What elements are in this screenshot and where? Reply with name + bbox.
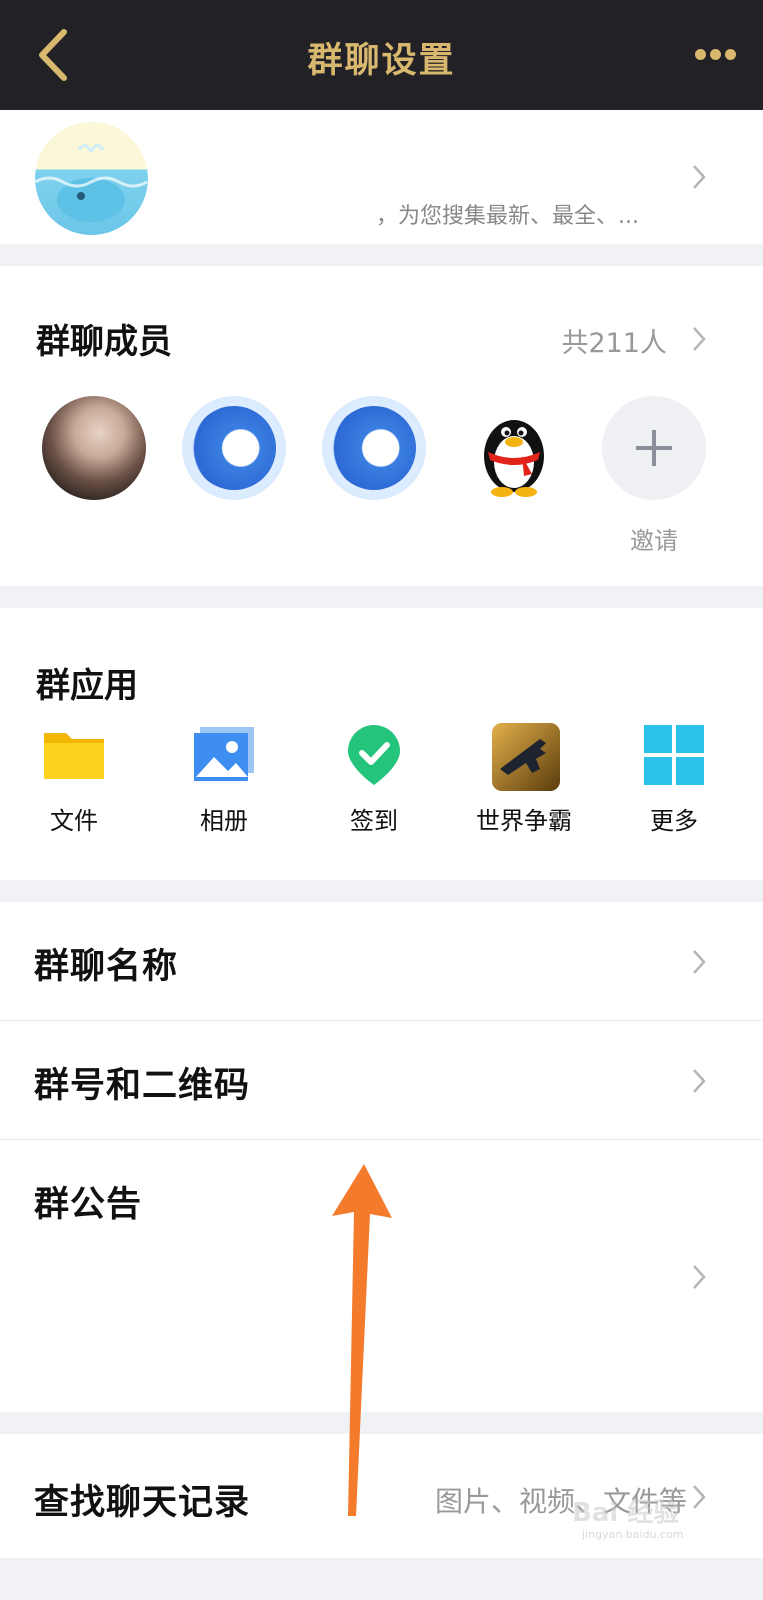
folder-icon [42,723,106,787]
app-label: 更多 [650,807,698,835]
penguin-icon [484,420,544,497]
whale-icon [35,144,148,222]
member-avatar[interactable] [42,396,146,500]
group-name-label: 群聊名称 [34,947,179,987]
app-label: 签到 [350,807,398,835]
app-album[interactable]: 相册 [154,723,294,836]
app-checkin[interactable]: 签到 [304,723,444,836]
invite-button[interactable] [602,396,706,500]
group-apps-section: 群应用 文件 相册 签到 世界争霸 更多 [0,608,763,880]
app-files[interactable]: 文件 [4,723,144,836]
chevron-right-icon[interactable] [692,326,706,352]
app-label: 世界争霸 [476,807,572,835]
watermark-logo: Bai 经验 [572,1498,680,1528]
chevron-right-icon [693,1485,706,1509]
more-options-icon[interactable] [693,44,741,66]
group-description: ，为您搜集最新、最全、... [376,204,639,229]
app-label: 文件 [50,807,98,835]
member-avatar[interactable] [462,396,566,500]
group-profile-card[interactable]: ，为您搜集最新、最全、... [0,110,763,244]
search-chat-history-label: 查找聊天记录 [34,1483,251,1523]
group-qrcode-label: 群号和二维码 [34,1066,251,1106]
invite-label[interactable]: 邀请 [602,521,706,556]
chevron-right-icon [693,165,706,189]
grid-more-icon [642,723,706,787]
page-title: 群聊设置 [307,41,456,81]
group-qrcode-row[interactable]: 群号和二维码 [0,1021,763,1140]
watermark-url: jingyan.baidu.com [582,1528,684,1541]
chevron-right-icon [693,1265,706,1289]
chevron-right-icon [693,1069,706,1093]
navigation-bar: 群聊设置 [0,0,763,110]
app-label: 相册 [200,807,248,835]
chevron-right-icon [693,950,706,974]
checkin-icon [342,723,406,787]
apps-title: 群应用 [36,666,138,706]
member-avatar[interactable] [182,396,286,500]
members-title: 群聊成员 [36,322,172,362]
swipe-up-arrow-icon [332,1164,392,1516]
group-avatar [35,122,148,235]
game-icon [492,723,560,791]
member-avatar[interactable] [322,396,426,500]
app-more[interactable]: 更多 [604,723,744,836]
group-name-row[interactable]: 群聊名称 [0,902,763,1021]
app-game[interactable]: 世界争霸 [454,723,594,836]
group-members-section: 群聊成员 共211人 邀请 [0,266,763,586]
member-count[interactable]: 共211人 [561,321,667,360]
album-icon [192,723,256,787]
group-announcement-label: 群公告 [34,1185,143,1225]
